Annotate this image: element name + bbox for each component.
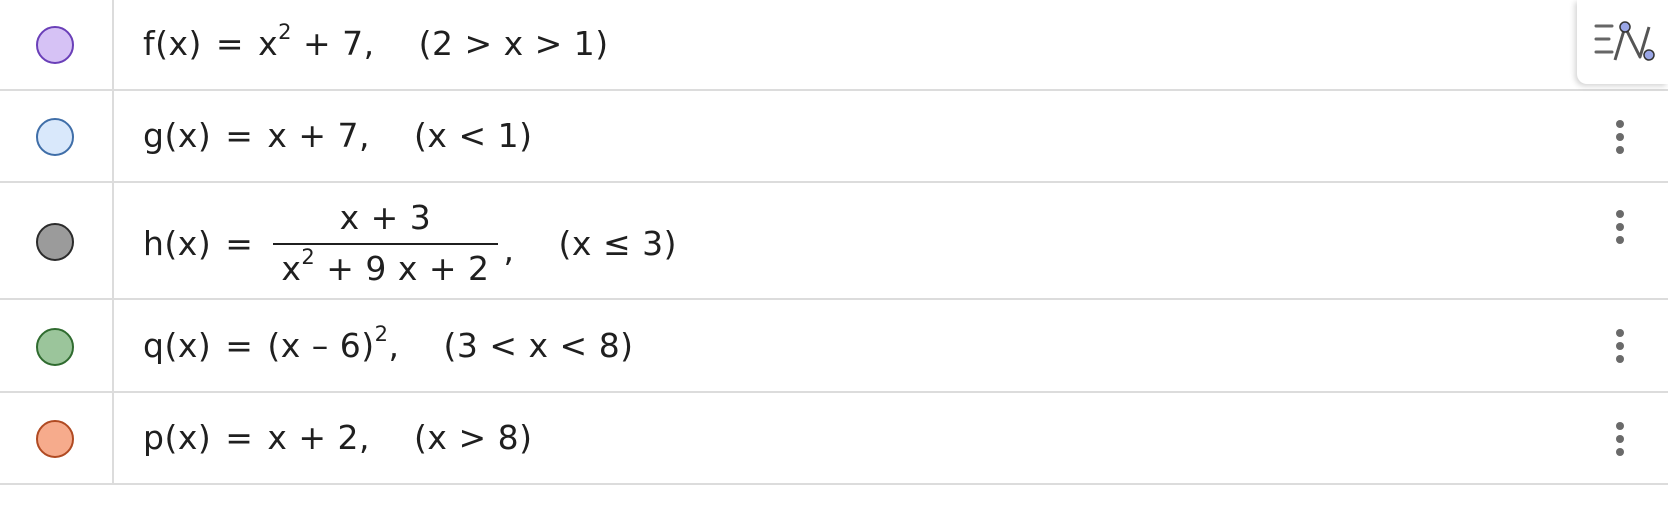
visibility-toggle-q[interactable] (36, 328, 74, 366)
function-name: q(x) (143, 326, 212, 365)
expression-g[interactable]: g(x) = x + 7, (x < 1) (143, 116, 532, 155)
visibility-toggle-g[interactable] (36, 118, 74, 156)
row-gutter (0, 183, 114, 298)
algebra-row-h[interactable]: h(x) = x + 3 x2 + 9 x + 2 , (x ≤ 3) (0, 183, 1668, 300)
equals-sign: = (225, 116, 254, 155)
equals-sign: = (215, 24, 245, 63)
algebra-row-f[interactable]: f(x) = x2 + 7, (2 > x > 1) (0, 0, 1668, 91)
more-vertical-icon[interactable] (1600, 417, 1640, 461)
exponent: 2 (374, 322, 389, 346)
condition: (3 < x < 8) (443, 326, 634, 365)
row-gutter (0, 0, 114, 89)
function-name: f(x) (143, 24, 202, 63)
equals-sign: = (225, 418, 254, 457)
expression-h[interactable]: h(x) = x + 3 x2 + 9 x + 2 , (x ≤ 3) (143, 198, 677, 288)
condition: (x < 1) (414, 116, 533, 155)
function-name: g(x) (143, 116, 212, 155)
expression-q[interactable]: q(x) = (x – 6)2, (3 < x < 8) (143, 322, 634, 365)
numerator: x + 3 (339, 198, 432, 237)
more-vertical-icon[interactable] (1600, 115, 1640, 159)
row-gutter (0, 393, 114, 483)
equals-sign: = (225, 223, 254, 263)
equals-sign: = (225, 326, 254, 365)
visibility-toggle-p[interactable] (36, 420, 74, 458)
denominator: x2 + 9 x + 2 (273, 243, 498, 288)
algebra-row-p[interactable]: p(x) = x + 2, (x > 8) (0, 393, 1668, 485)
visibility-toggle-f[interactable] (36, 26, 74, 64)
condition: (x ≤ 3) (558, 223, 677, 263)
exponent: 2 (301, 245, 316, 269)
more-vertical-icon[interactable] (1600, 324, 1640, 368)
algebra-row-q[interactable]: q(x) = (x – 6)2, (3 < x < 8) (0, 300, 1668, 393)
algebra-style-bar-icon (1594, 21, 1655, 61)
row-gutter (0, 91, 114, 181)
condition: (x > 8) (414, 418, 533, 457)
condition: (2 > x > 1) (418, 24, 609, 63)
expression-f[interactable]: f(x) = x2 + 7, (2 > x > 1) (143, 20, 609, 63)
visibility-toggle-h[interactable] (36, 223, 74, 261)
function-name: p(x) (143, 418, 212, 457)
function-name: h(x) (143, 223, 212, 263)
row-gutter (0, 300, 114, 391)
algebra-view: f(x) = x2 + 7, (2 > x > 1) g(x) = x + 7, (x < … (0, 0, 1668, 516)
expression-p[interactable]: p(x) = x + 2, (x > 8) (143, 418, 532, 457)
algebra-style-bar-button[interactable] (1577, 0, 1668, 84)
fraction: x + 3 x2 + 9 x + 2 (273, 198, 498, 288)
more-vertical-icon[interactable] (1600, 205, 1640, 249)
algebra-row-g[interactable]: g(x) = x + 7, (x < 1) (0, 91, 1668, 183)
exponent: 2 (278, 20, 292, 44)
